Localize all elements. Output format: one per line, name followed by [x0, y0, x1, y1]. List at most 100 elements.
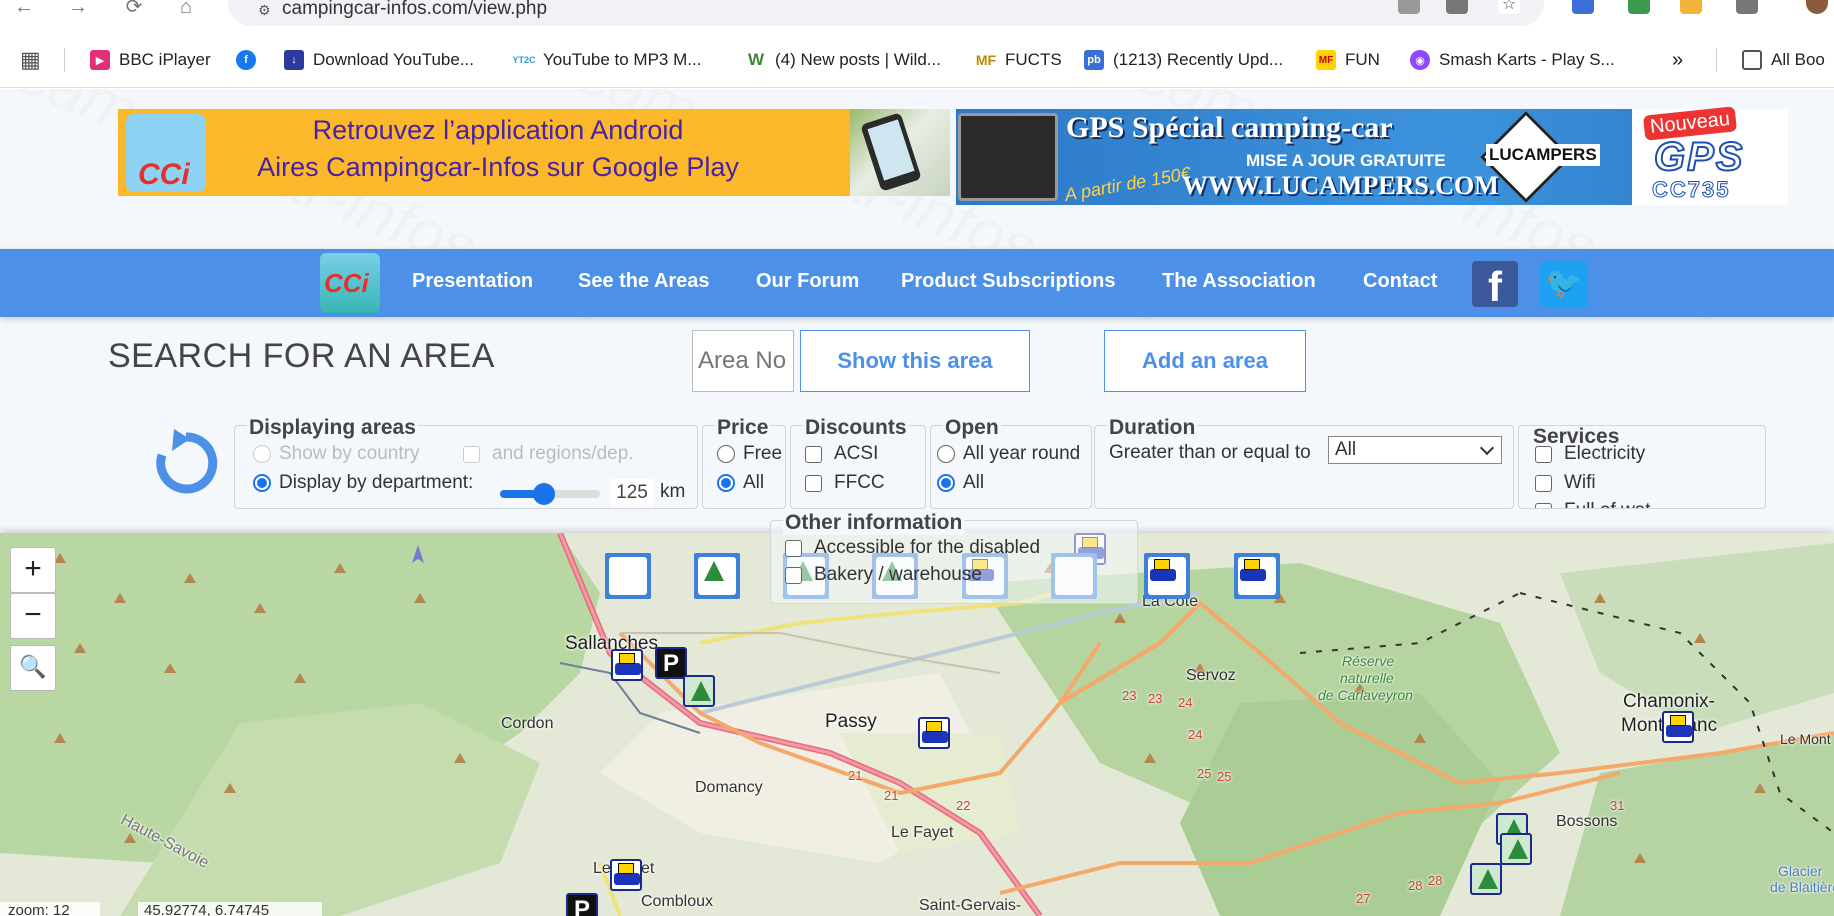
regions-checkbox[interactable]: and regions/dep. — [463, 443, 634, 465]
more-bookmarks-icon[interactable]: » — [1672, 48, 1683, 72]
home-icon[interactable]: ⌂ — [174, 0, 198, 17]
w-icon: W — [746, 50, 766, 70]
bookmark-youtube-mp3[interactable]: YT2C YouTube to MP3 M... — [513, 48, 701, 72]
bookmark-fucts[interactable]: MF FUCTS — [976, 48, 1062, 72]
filter-aire-blue-icon[interactable] — [1234, 553, 1280, 599]
gps-banner[interactable]: GPS Spécial camping-car MISE A JOUR GRAT… — [956, 106, 1788, 205]
map-pin-aire[interactable] — [610, 859, 642, 891]
map-pin-campsite[interactable] — [1500, 833, 1532, 865]
price-all-radio[interactable]: All — [717, 472, 764, 494]
bookmark-separator — [1716, 48, 1717, 72]
android-app-banner[interactable]: CCi Retrouvez l’application Android Aire… — [118, 109, 950, 196]
zoom-out-button[interactable]: − — [10, 593, 56, 639]
map-place: Bossons — [1556, 813, 1618, 830]
cast-icon[interactable] — [1398, 0, 1420, 14]
acsi-checkbox[interactable]: ACSI — [805, 443, 878, 465]
extension-icon[interactable] — [1572, 0, 1594, 14]
bookmark-download-youtube[interactable]: ↓ Download YouTube... — [284, 48, 474, 72]
zoom-level: zoom: 12 — [0, 902, 100, 916]
facebook-icon[interactable]: f — [1472, 261, 1518, 310]
bbc-iplayer-icon: ▶ — [90, 50, 110, 70]
map-pin-campsite[interactable] — [683, 675, 715, 707]
nav-see-areas[interactable]: See the Areas — [578, 270, 710, 293]
apps-icon[interactable]: ▦ — [20, 47, 41, 72]
show-by-country-radio[interactable]: Show by country — [253, 443, 419, 465]
add-area-button[interactable]: Add an area — [1104, 330, 1306, 392]
duration-label: Greater than or equal to — [1109, 442, 1311, 463]
puzzle-icon[interactable] — [1736, 0, 1758, 14]
reload-icon[interactable]: ⟳ — [122, 0, 146, 17]
services-panel: Services Electricity Wifi Full of wat — [1518, 425, 1766, 509]
wifi-checkbox[interactable]: Wifi — [1535, 472, 1596, 494]
filter-closed-areas-icon[interactable] — [605, 553, 651, 599]
forward-icon[interactable]: → — [66, 0, 90, 17]
area-number-input[interactable] — [692, 330, 794, 392]
twitter-icon[interactable]: 🐦 — [1540, 261, 1588, 307]
bookmark-fun[interactable]: MF FUN — [1316, 48, 1380, 72]
map-reserve: de Carlaveyron — [1318, 687, 1413, 703]
display-by-department-radio[interactable]: Display by department: — [253, 472, 473, 494]
show-area-button[interactable]: Show this area — [800, 330, 1030, 392]
main-nav: CCi Presentation See the Areas Our Forum… — [0, 249, 1834, 317]
accessible-checkbox[interactable]: Accessible for the disabled — [785, 537, 1040, 559]
open-all-year-radio[interactable]: All year round — [937, 443, 1080, 465]
bookmark-facebook[interactable]: f — [236, 48, 265, 72]
duration-select[interactable]: All — [1328, 436, 1502, 464]
map-pin-aire[interactable] — [611, 649, 643, 681]
nav-subscriptions[interactable]: Product Subscriptions — [901, 270, 1115, 293]
bookmark-smash-karts[interactable]: ◉ Smash Karts - Play S... — [1410, 48, 1615, 72]
bookmark-recently-updated[interactable]: pb (1213) Recently Upd... — [1084, 48, 1283, 72]
twitch-icon: ◉ — [1410, 50, 1430, 70]
reset-icon[interactable] — [150, 427, 222, 499]
map-place: Saint-Gervais- — [919, 897, 1022, 914]
banner-text: Aires Campingcar-Infos sur Google Play — [257, 152, 739, 182]
road-number: 25 — [1217, 769, 1232, 784]
all-bookmarks[interactable]: All Boo — [1742, 48, 1825, 72]
site-logo[interactable]: CCi — [320, 253, 380, 313]
other-information-panel: Other information Accessible for the dis… — [770, 511, 1138, 604]
bookmark-bbc-iplayer[interactable]: ▶ BBC iPlayer — [90, 48, 211, 72]
address-bar[interactable]: ⚙ campingcar-infos.com/view.php — [228, 0, 1544, 26]
map-pin-campsite[interactable] — [1470, 863, 1502, 895]
zoom-in-button[interactable]: + — [10, 547, 56, 593]
site-info-icon[interactable]: ⚙ — [258, 2, 271, 19]
bakery-checkbox[interactable]: Bakery / warehouse — [785, 564, 982, 586]
map-pin-aire[interactable] — [1662, 711, 1694, 743]
discounts-panel: Discounts ACSI FFCC — [790, 416, 926, 509]
map-pin-parking[interactable]: P — [566, 893, 598, 916]
extension-icon[interactable] — [1628, 0, 1650, 14]
nav-forum[interactable]: Our Forum — [756, 270, 859, 293]
brand-text: LUCAMPERS — [1486, 144, 1600, 166]
map-search-icon[interactable]: 🔍 — [10, 645, 56, 691]
road-number: 25 — [1197, 766, 1212, 781]
ffcc-checkbox[interactable]: FFCC — [805, 472, 885, 494]
filter-aire-icon[interactable] — [1144, 553, 1190, 599]
nav-contact[interactable]: Contact — [1363, 270, 1437, 293]
back-icon[interactable]: ← — [12, 0, 36, 17]
bookmark-wild[interactable]: W (4) New posts | Wild... — [746, 48, 941, 72]
water-checkbox[interactable]: Full of wat — [1535, 500, 1651, 508]
radius-unit: km — [660, 481, 686, 502]
translate-icon[interactable] — [1446, 0, 1468, 14]
open-all-radio[interactable]: All — [937, 472, 984, 494]
radius-value[interactable]: 125 — [610, 479, 654, 507]
nav-association[interactable]: The Association — [1162, 270, 1316, 293]
nav-presentation[interactable]: Presentation — [412, 270, 533, 293]
road-number: 24 — [1178, 695, 1193, 710]
road-number: 28 — [1408, 878, 1423, 893]
map-pin-parking[interactable]: P — [655, 647, 687, 679]
star-icon[interactable]: ☆ — [1498, 0, 1520, 14]
electricity-checkbox[interactable]: Electricity — [1535, 443, 1645, 465]
filter-campsite-icon[interactable] — [694, 553, 740, 599]
map-place: Passy — [825, 711, 877, 732]
map-pin-aire[interactable] — [918, 717, 950, 749]
map-place: Cordon — [501, 715, 554, 732]
extension-icon[interactable] — [1680, 0, 1702, 14]
folder-icon — [1742, 50, 1762, 70]
road-number: 22 — [956, 798, 971, 813]
avatar[interactable] — [1806, 0, 1828, 14]
map-place: Servoz — [1186, 667, 1236, 684]
open-panel: Open All year round All — [930, 416, 1092, 509]
price-free-radio[interactable]: Free — [717, 443, 782, 465]
radius-slider[interactable] — [500, 483, 600, 505]
